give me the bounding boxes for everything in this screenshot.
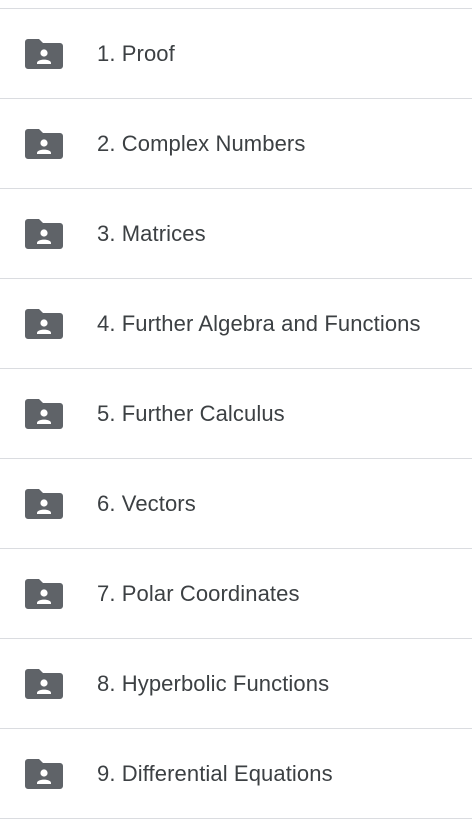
- shared-folder-icon: [25, 578, 63, 609]
- folder-name: 9. Differential Equations: [97, 760, 333, 786]
- folder-name: 5. Further Calculus: [97, 400, 285, 426]
- folder-name: 6. Vectors: [97, 490, 196, 516]
- shared-folder-icon: [25, 128, 63, 159]
- folder-name: 4. Further Algebra and Functions: [97, 310, 421, 336]
- folder-row-1[interactable]: 1. Proof: [0, 9, 472, 99]
- folder-row-7[interactable]: 7. Polar Coordinates: [0, 549, 472, 639]
- shared-folder-icon: [25, 308, 63, 339]
- folder-name: 8. Hyperbolic Functions: [97, 670, 330, 696]
- folder-list: 1. Proof 2. Complex Numbers 3. Matrices: [0, 8, 472, 819]
- folder-row-8[interactable]: 8. Hyperbolic Functions: [0, 639, 472, 729]
- folder-row-6[interactable]: 6. Vectors: [0, 459, 472, 549]
- shared-folder-icon: [25, 38, 63, 69]
- folder-name: 3. Matrices: [97, 220, 206, 246]
- folder-row-9[interactable]: 9. Differential Equations: [0, 729, 472, 819]
- folder-row-3[interactable]: 3. Matrices: [0, 189, 472, 279]
- folder-name: 1. Proof: [97, 40, 175, 66]
- shared-folder-icon: [25, 668, 63, 699]
- folder-row-2[interactable]: 2. Complex Numbers: [0, 99, 472, 189]
- folder-row-5[interactable]: 5. Further Calculus: [0, 369, 472, 459]
- folder-name: 2. Complex Numbers: [97, 130, 306, 156]
- shared-folder-icon: [25, 758, 63, 789]
- shared-folder-icon: [25, 488, 63, 519]
- folder-row-4[interactable]: 4. Further Algebra and Functions: [0, 279, 472, 369]
- folder-name: 7. Polar Coordinates: [97, 580, 300, 606]
- shared-folder-icon: [25, 398, 63, 429]
- shared-folder-icon: [25, 218, 63, 249]
